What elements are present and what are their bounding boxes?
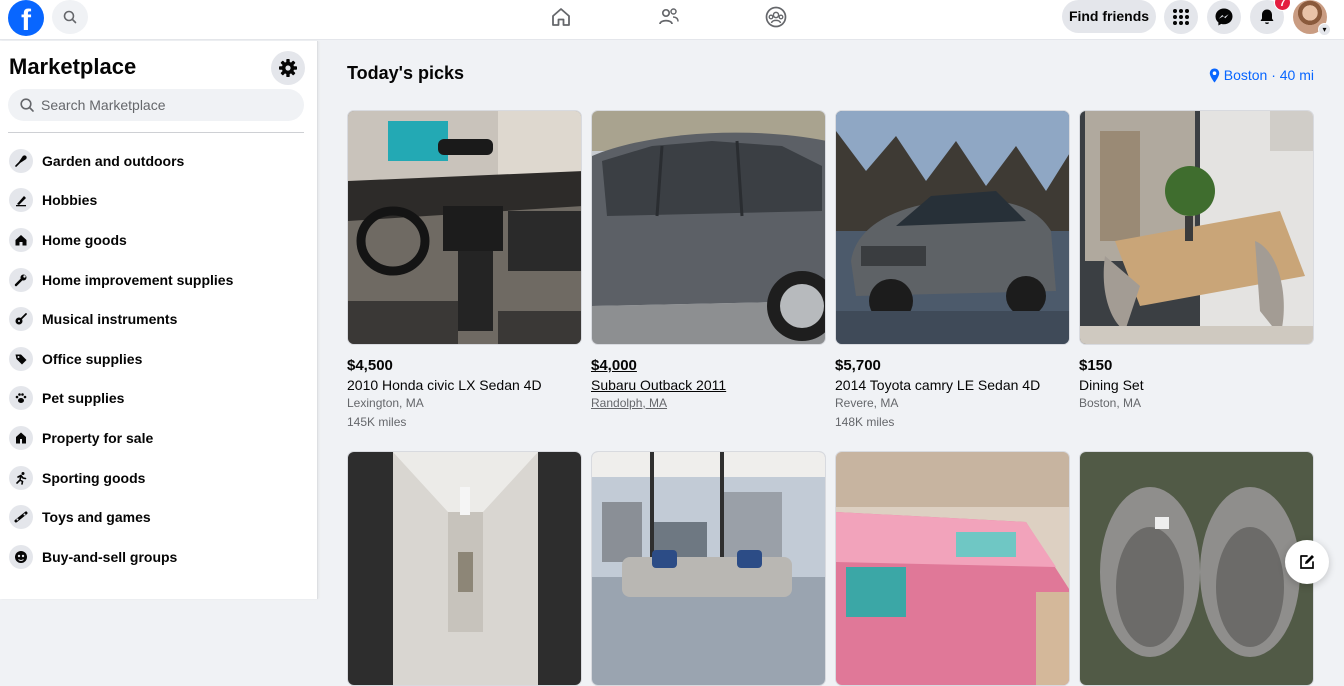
sidebar-item-label: Pet supplies [42, 390, 125, 407]
search-button[interactable] [52, 0, 88, 34]
sidebar-item-home-goods[interactable]: Home goods [0, 220, 318, 260]
wrench-icon [9, 267, 33, 292]
home-nav-button[interactable] [548, 4, 574, 30]
location-filter[interactable]: Boston · 40 mi [1209, 67, 1314, 83]
sidebar-item-label: Sporting goods [42, 469, 146, 486]
house-icon [9, 227, 33, 252]
category-list: Garden and outdoors Hobbies Home goods H… [0, 141, 318, 577]
notification-count-badge: 7 [1274, 0, 1291, 11]
listing-card[interactable]: $5,700 2014 Toyota camry LE Sedan 4D Rev… [835, 110, 1070, 429]
listing-title: 2010 Honda civic LX Sedan 4D [347, 377, 542, 393]
listing-card[interactable]: $4,000 Subaru Outback 2011 Randolph, MA [591, 110, 826, 415]
menu-button[interactable] [1164, 0, 1198, 34]
listing-card[interactable]: $4,500 2010 Honda civic LX Sedan 4D Lexi… [347, 110, 582, 429]
listing-card[interactable] [835, 451, 1070, 686]
guitar-icon [9, 307, 33, 332]
groups-nav-button[interactable] [763, 4, 789, 30]
tag-icon [9, 346, 33, 371]
notifications-button[interactable]: 7 [1250, 0, 1291, 34]
listing-photo[interactable] [591, 110, 826, 345]
home-icon [552, 8, 570, 26]
top-navigation-bar: f Find friends 7 ▾ [0, 0, 1344, 40]
listing-location: Randolph, MA [591, 396, 668, 410]
listing-card[interactable] [347, 451, 582, 686]
compose-message-button[interactable] [1285, 540, 1329, 584]
building-icon [9, 425, 33, 450]
sidebar-item-buy-and-sell-groups[interactable]: Buy-and-sell groups [0, 537, 318, 577]
listing-title: Dining Set [1079, 377, 1144, 393]
sidebar-item-sporting-goods[interactable]: Sporting goods [0, 458, 318, 498]
sidebar-item-label: Musical instruments [42, 311, 178, 328]
listing-mileage: 148K miles [835, 415, 895, 429]
sidebar-item-label: Office supplies [42, 350, 143, 367]
sidebar-item-home-improvement-supplies[interactable]: Home improvement supplies [0, 260, 318, 300]
marketplace-feed: Today's picks Boston · 40 mi $4,500 2010… [319, 41, 1344, 686]
listing-card[interactable] [1079, 451, 1314, 686]
listing-card[interactable]: $150 Dining Set Boston, MA [1079, 110, 1314, 415]
listing-mileage: 145K miles [347, 415, 407, 429]
page-title: Marketplace [9, 54, 137, 79]
marketplace-sidebar: Marketplace Garden and outdoors [0, 41, 318, 599]
section-title: Today's picks [347, 63, 464, 83]
game-icon [9, 505, 33, 530]
listing-title: Subaru Outback 2011 [591, 377, 727, 393]
gear-icon [279, 59, 297, 77]
listing-photo[interactable] [1079, 110, 1314, 345]
friends-icon [659, 8, 679, 25]
bell-icon [1260, 9, 1274, 24]
messenger-button[interactable] [1207, 0, 1241, 34]
sidebar-item-musical-instruments[interactable]: Musical instruments [0, 299, 318, 339]
listing-card[interactable] [591, 451, 826, 686]
grid-menu-icon [1173, 9, 1189, 25]
search-marketplace-field[interactable] [8, 89, 304, 121]
sidebar-item-label: Garden and outdoors [42, 152, 185, 169]
listing-photo[interactable] [347, 451, 582, 686]
search-marketplace-input[interactable] [41, 97, 281, 113]
sidebar-item-garden-and-outdoors[interactable]: Garden and outdoors [0, 141, 318, 181]
group-icon [9, 544, 33, 569]
facebook-logo[interactable]: f [8, 0, 44, 36]
groups-icon [765, 6, 787, 28]
sidebar-item-label: Home improvement supplies [42, 271, 234, 288]
sidebar-item-label: Property for sale [42, 429, 154, 446]
listing-photo[interactable] [1079, 451, 1314, 686]
listing-photo[interactable] [835, 451, 1070, 686]
friends-nav-button[interactable] [656, 4, 682, 30]
location-label: Boston · 40 mi [1223, 67, 1314, 83]
search-icon [20, 98, 34, 112]
sidebar-item-hobbies[interactable]: Hobbies [0, 181, 318, 221]
profile-avatar[interactable]: ▾ [1293, 0, 1331, 36]
chevron-down-icon: ▾ [1318, 23, 1331, 36]
sidebar-item-label: Home goods [42, 231, 127, 248]
sidebar-item-pet-supplies[interactable]: Pet supplies [0, 379, 318, 419]
trowel-icon [9, 148, 33, 173]
listing-photo[interactable] [835, 110, 1070, 345]
listing-title: 2014 Toyota camry LE Sedan 4D [835, 377, 1041, 393]
listing-location: Revere, MA [835, 396, 899, 410]
location-pin-icon [1209, 68, 1219, 82]
sidebar-item-label: Hobbies [42, 192, 98, 209]
find-friends-button[interactable]: Find friends [1062, 0, 1156, 33]
listing-location: Lexington, MA [347, 396, 424, 410]
sidebar-item-office-supplies[interactable]: Office supplies [0, 339, 318, 379]
edit-icon [1300, 555, 1314, 569]
settings-button[interactable] [271, 51, 305, 85]
listing-price: $4,000 [591, 357, 637, 374]
paw-icon [9, 386, 33, 411]
listing-location: Boston, MA [1079, 396, 1142, 410]
brush-icon [9, 188, 33, 213]
sidebar-item-property-for-sale[interactable]: Property for sale [0, 418, 318, 458]
listing-price: $4,500 [347, 357, 393, 374]
listing-photo[interactable] [591, 451, 826, 686]
listing-price: $150 [1079, 357, 1113, 374]
listing-price: $5,700 [835, 357, 881, 374]
sidebar-item-label: Toys and games [42, 509, 151, 526]
sidebar-item-toys-and-games[interactable]: Toys and games [0, 497, 318, 537]
sidebar-divider [8, 132, 304, 133]
sidebar-item-label: Buy-and-sell groups [42, 548, 178, 565]
runner-icon [9, 465, 33, 490]
search-icon [63, 10, 77, 24]
messenger-icon [1215, 8, 1233, 26]
listing-photo[interactable] [347, 110, 582, 345]
